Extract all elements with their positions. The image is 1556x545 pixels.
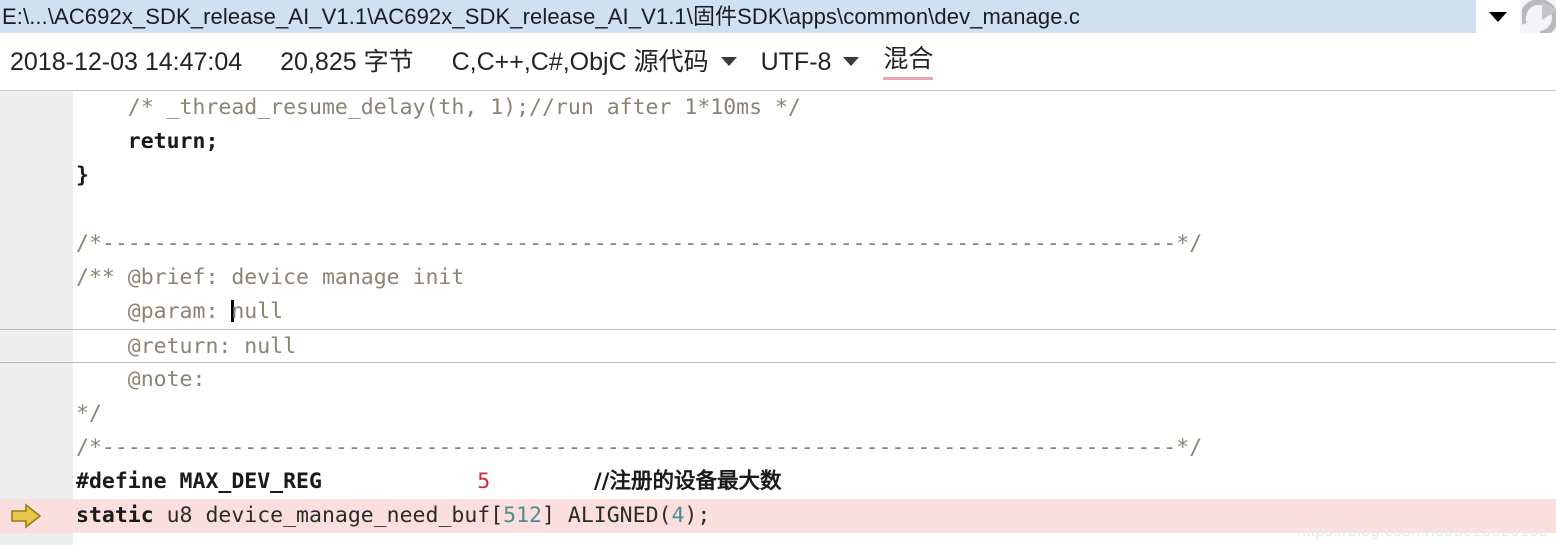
- code-line[interactable]: @param: null: [0, 295, 1556, 329]
- line-ending-label[interactable]: 混合: [883, 44, 934, 80]
- code-token: //注册的设备最大数: [593, 469, 782, 494]
- file-path-text: E:\...\AC692x_SDK_release_AI_V1.1\AC692x…: [2, 4, 1080, 29]
- file-path-field[interactable]: E:\...\AC692x_SDK_release_AI_V1.1\AC692x…: [0, 0, 1476, 33]
- refresh-button[interactable]: [1522, 0, 1556, 33]
- code-line[interactable]: }: [0, 159, 1556, 193]
- code-token: /*--------------------------------------…: [76, 231, 1203, 256]
- code-token: /** @brief: device manage init: [76, 265, 465, 290]
- code-line[interactable]: /** @brief: device manage init: [0, 261, 1556, 295]
- file-info-bar: 2018-12-03 14:47:04 20,825 字节 C,C++,C#,O…: [0, 33, 1556, 91]
- title-bar: E:\...\AC692x_SDK_release_AI_V1.1\AC692x…: [0, 0, 1556, 33]
- code-token: /*--------------------------------------…: [76, 435, 1203, 460]
- code-line[interactable]: @note:: [0, 363, 1556, 397]
- code-token: return;: [127, 129, 219, 154]
- code-token: @return: null: [76, 334, 297, 359]
- code-token: );: [684, 503, 711, 528]
- code-line[interactable]: #define MAX_DEV_REG 5 //注册的设备最大数: [0, 465, 1556, 499]
- code-line[interactable]: */: [0, 397, 1556, 431]
- code-token: }: [76, 163, 89, 188]
- code-lines-container[interactable]: /* _thread_resume_delay(th, 1);//run aft…: [0, 91, 1556, 545]
- code-token: 5: [477, 469, 491, 494]
- file-encoding-label[interactable]: UTF-8: [761, 47, 832, 77]
- chevron-down-icon: [1489, 11, 1507, 22]
- code-token: ] ALIGNED(: [542, 503, 672, 528]
- code-token: @note:: [76, 367, 206, 392]
- code-line[interactable]: /*--------------------------------------…: [0, 227, 1556, 261]
- file-type-label[interactable]: C,C++,C#,ObjC 源代码: [452, 47, 709, 77]
- code-token: #define MAX_DEV_REG: [76, 469, 322, 494]
- bookmark-arrow-icon[interactable]: [10, 499, 44, 533]
- code-token: 512: [503, 503, 543, 528]
- code-token: 4: [671, 503, 685, 528]
- code-token: static: [76, 503, 154, 528]
- caret-down-icon-encoding[interactable]: [843, 57, 860, 66]
- code-editor[interactable]: /* _thread_resume_delay(th, 1);//run aft…: [0, 91, 1556, 545]
- code-line[interactable]: return;: [0, 125, 1556, 159]
- code-token: null: [231, 299, 284, 324]
- code-line[interactable]: @return: null: [0, 329, 1556, 363]
- refresh-icon: [1522, 0, 1556, 33]
- code-token: */: [76, 401, 102, 426]
- file-size: 20,825 字节: [280, 47, 414, 76]
- code-token: u8 device_manage_need_buf[: [153, 503, 504, 528]
- path-dropdown-button[interactable]: [1476, 0, 1520, 33]
- caret-down-icon-filetype[interactable]: [720, 57, 737, 66]
- code-token: @param:: [76, 299, 232, 324]
- code-token: /* _thread_resume_delay(th, 1);//run aft…: [76, 95, 801, 120]
- file-modified-datetime: 2018-12-03 14:47:04: [10, 47, 243, 76]
- watermark-text: https://blog.csdn.net/u013820168: [1296, 521, 1548, 540]
- code-line[interactable]: /* _thread_resume_delay(th, 1);//run aft…: [0, 91, 1556, 125]
- code-line[interactable]: [0, 193, 1556, 227]
- code-line[interactable]: /*--------------------------------------…: [0, 431, 1556, 465]
